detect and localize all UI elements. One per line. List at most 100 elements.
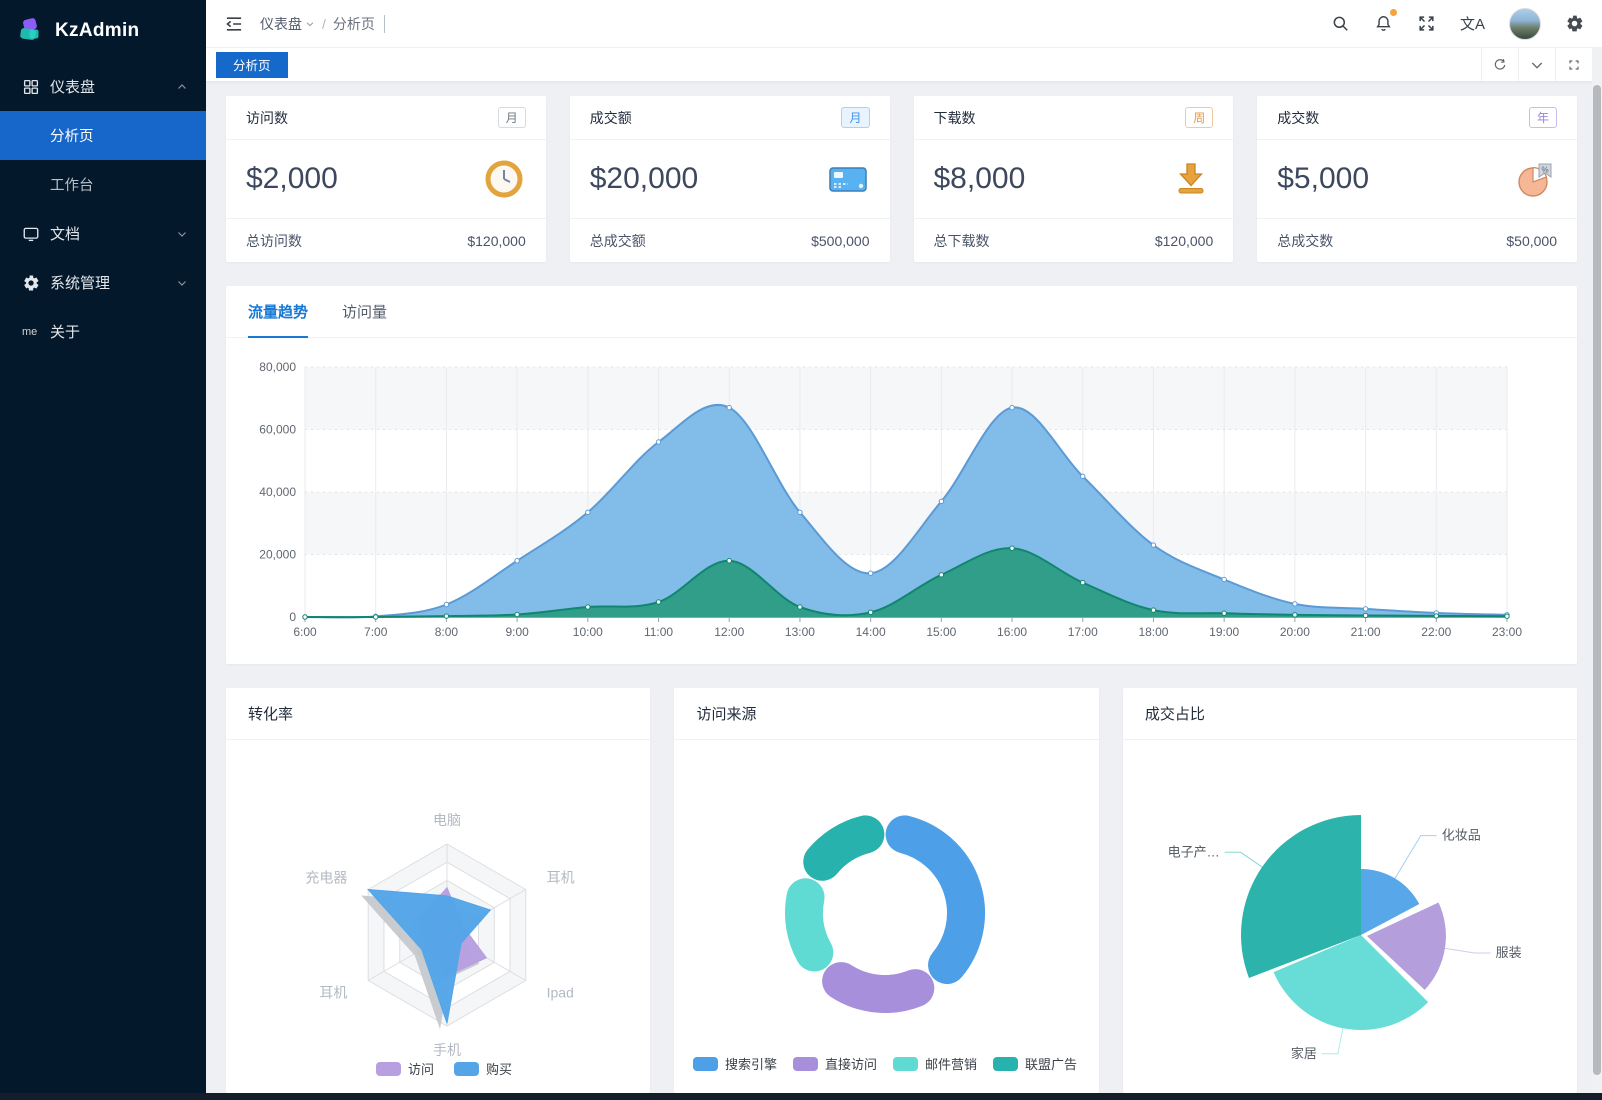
scrollbar-thumb[interactable] xyxy=(1593,85,1601,1075)
text-caret xyxy=(384,15,386,33)
stat-footer-label: 总访问数 xyxy=(246,231,302,251)
notifications-button[interactable] xyxy=(1374,14,1393,33)
sidebar-item-label: 系统管理 xyxy=(50,272,110,293)
sidebar-item-about[interactable]: me 关于 xyxy=(0,307,206,356)
stat-cards-row: 访问数 月 $2,000 总访问数 $120,000 成交额 月 $20, xyxy=(226,96,1577,262)
stat-card-title: 成交数 xyxy=(1277,108,1319,128)
svg-text:搜索引擎: 搜索引擎 xyxy=(725,1057,777,1072)
brand-name: KzAdmin xyxy=(55,20,139,42)
svg-text:手机: 手机 xyxy=(433,1042,461,1058)
svg-text:耳机: 耳机 xyxy=(547,870,575,886)
download-icon xyxy=(1169,157,1213,201)
svg-text:9:00: 9:00 xyxy=(505,625,529,639)
vertical-scrollbar[interactable] xyxy=(1592,48,1602,1093)
tab-label: 分析页 xyxy=(233,55,271,74)
header-actions: 文A xyxy=(1331,8,1584,40)
stat-card-title: 下载数 xyxy=(934,108,976,128)
period-badge[interactable]: 月 xyxy=(498,107,526,128)
me-icon: me xyxy=(22,326,40,338)
card-title: 转化率 xyxy=(226,688,650,740)
tab-visit-volume[interactable]: 访问量 xyxy=(342,286,387,338)
stat-footer-label: 总成交数 xyxy=(1277,231,1333,251)
maximize-icon xyxy=(1566,57,1582,73)
tab-menu-button[interactable] xyxy=(1518,48,1555,81)
sidebar-item-label: 仪表盘 xyxy=(50,76,95,97)
tab-analysis[interactable]: 分析页 xyxy=(216,52,288,78)
chevron-up-icon xyxy=(176,81,188,93)
logo-icon xyxy=(16,16,46,46)
svg-text:16:00: 16:00 xyxy=(997,625,1027,639)
stat-card-deals: 成交数 年 $5,000 % 总成交数 $50,000 xyxy=(1257,96,1577,262)
traffic-trend-chart[interactable]: 020,00040,00060,00080,0006:007:008:009:0… xyxy=(226,338,1577,664)
svg-text:Ipad: Ipad xyxy=(547,985,574,1001)
svg-text:化妆品: 化妆品 xyxy=(1442,828,1481,843)
breadcrumb-separator: / xyxy=(322,16,326,32)
svg-text:20:00: 20:00 xyxy=(1280,625,1310,639)
clock-icon xyxy=(482,157,526,201)
visit-source-donut-chart[interactable]: 搜索引擎直接访问邮件营销联盟广告 xyxy=(674,740,1098,1093)
stat-value: $8,000 xyxy=(934,162,1026,196)
period-badge[interactable]: 周 xyxy=(1185,107,1213,128)
sidebar-item-label: 分析页 xyxy=(50,125,94,146)
breadcrumb-label: 仪表盘 xyxy=(260,14,302,34)
svg-text:80,000: 80,000 xyxy=(259,360,296,374)
svg-text:15:00: 15:00 xyxy=(926,625,956,639)
collapse-sidebar-button[interactable] xyxy=(224,14,244,34)
sidebar-item-docs[interactable]: 文档 xyxy=(0,209,206,258)
fullscreen-icon xyxy=(1417,14,1436,33)
period-badge[interactable]: 月 xyxy=(841,107,869,128)
stat-value: $2,000 xyxy=(246,162,338,196)
period-badge[interactable]: 年 xyxy=(1529,107,1557,128)
stat-footer-value: $120,000 xyxy=(1155,233,1213,249)
conversion-radar-chart[interactable]: 电脑耳机Ipad手机耳机充电器访问购买 xyxy=(226,740,650,1093)
settings-button[interactable] xyxy=(1565,14,1584,33)
sidebar-menu: 仪表盘 分析页 工作台 文档 系统管理 xyxy=(0,62,206,356)
svg-text:电脑: 电脑 xyxy=(433,812,461,828)
stat-footer-value: $50,000 xyxy=(1506,233,1557,249)
tab-traffic-trend[interactable]: 流量趋势 xyxy=(248,286,308,338)
notification-dot xyxy=(1390,9,1397,16)
gear-icon xyxy=(22,274,40,292)
conversion-card: 转化率 电脑耳机Ipad手机耳机充电器访问购买 xyxy=(226,688,650,1093)
deal-share-card: 成交占比 化妆品服装家居电子产… xyxy=(1123,688,1577,1093)
svg-text:家居: 家居 xyxy=(1291,1046,1317,1061)
svg-text:直接访问: 直接访问 xyxy=(825,1057,877,1072)
sidebar-item-label: 关于 xyxy=(50,321,80,342)
svg-text:充电器: 充电器 xyxy=(305,870,347,886)
credit-card-icon xyxy=(826,157,870,201)
sidebar-item-workbench[interactable]: 工作台 xyxy=(0,160,206,209)
sidebar-item-analysis[interactable]: 分析页 xyxy=(0,111,206,160)
search-button[interactable] xyxy=(1331,14,1350,33)
sidebar-item-dashboard[interactable]: 仪表盘 xyxy=(0,62,206,111)
svg-text:22:00: 22:00 xyxy=(1421,625,1451,639)
svg-text:电子产…: 电子产… xyxy=(1168,844,1220,859)
sidebar-item-system[interactable]: 系统管理 xyxy=(0,258,206,307)
chevron-down-icon xyxy=(1529,57,1545,73)
stat-value: $5,000 xyxy=(1277,162,1369,196)
refresh-button[interactable] xyxy=(1481,48,1518,81)
bottom-edge-bar xyxy=(0,1093,1602,1100)
svg-text:19:00: 19:00 xyxy=(1209,625,1239,639)
bottom-cards-row: 转化率 电脑耳机Ipad手机耳机充电器访问购买 访问来源 搜索引擎直接访问邮件营… xyxy=(226,688,1577,1093)
avatar[interactable] xyxy=(1509,8,1541,40)
svg-text:11:00: 11:00 xyxy=(644,625,673,639)
fullscreen-button[interactable] xyxy=(1417,14,1436,33)
breadcrumb-item-dashboard[interactable]: 仪表盘 xyxy=(260,14,315,34)
app-logo[interactable]: KzAdmin xyxy=(0,0,206,62)
traffic-trend-card: 流量趋势 访问量 020,00040,00060,00080,0006:007:… xyxy=(226,286,1577,664)
svg-text:购买: 购买 xyxy=(486,1062,512,1077)
stat-card-visits: 访问数 月 $2,000 总访问数 $120,000 xyxy=(226,96,546,262)
monitor-icon xyxy=(22,225,40,243)
stat-card-downloads: 下载数 周 $8,000 总下载数 $120,000 xyxy=(914,96,1234,262)
svg-text:14:00: 14:00 xyxy=(856,625,886,639)
main-content: 访问数 月 $2,000 总访问数 $120,000 成交额 月 $20, xyxy=(206,82,1602,1093)
card-title: 成交占比 xyxy=(1123,688,1577,740)
svg-text:%: % xyxy=(1541,166,1548,175)
stat-card-turnover: 成交额 月 $20,000 总成交额 $500,000 xyxy=(570,96,890,262)
breadcrumb-item-analysis[interactable]: 分析页 xyxy=(333,14,375,34)
refresh-icon xyxy=(1492,57,1508,73)
collapse-sidebar-icon xyxy=(224,14,244,34)
deal-share-pie-chart[interactable]: 化妆品服装家居电子产… xyxy=(1123,740,1577,1093)
translate-button[interactable]: 文A xyxy=(1460,13,1485,34)
maximize-button[interactable] xyxy=(1555,48,1592,81)
